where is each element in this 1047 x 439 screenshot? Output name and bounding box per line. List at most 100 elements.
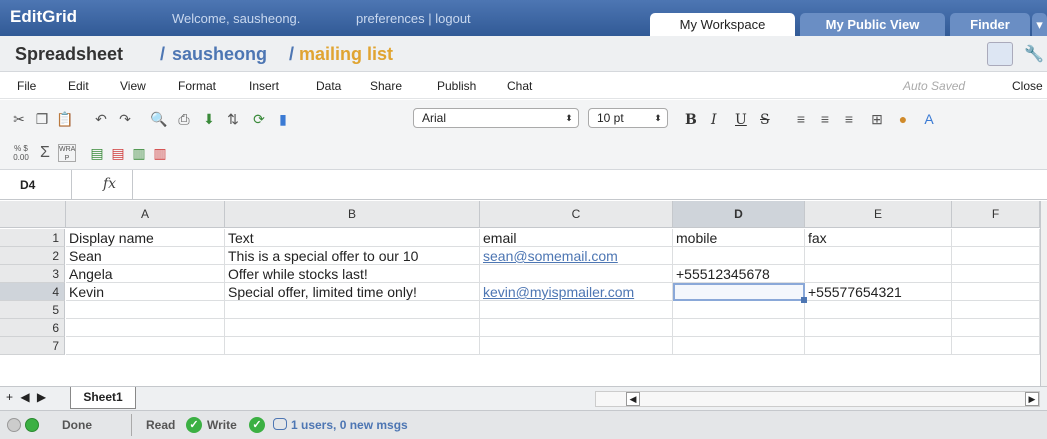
grid-cell[interactable] bbox=[805, 301, 952, 319]
tab-sheet1[interactable]: Sheet1 bbox=[70, 387, 136, 409]
sheet-navigation[interactable]: + ◀ ▶ bbox=[6, 390, 48, 404]
row-header[interactable]: 6 bbox=[0, 319, 65, 337]
grid-cell[interactable] bbox=[805, 247, 952, 265]
align-right-icon[interactable]: ≡ bbox=[840, 110, 858, 128]
menu-format[interactable]: Format bbox=[178, 79, 216, 93]
find-icon[interactable]: 🔍 bbox=[150, 110, 168, 128]
grid-cell[interactable] bbox=[225, 319, 480, 337]
column-header[interactable]: A bbox=[66, 201, 225, 228]
breadcrumb-user[interactable]: sausheong bbox=[172, 44, 267, 65]
download-icon[interactable]: ⬇ bbox=[200, 110, 218, 128]
delete-row-icon[interactable]: ▤ bbox=[109, 144, 127, 162]
grid-cell[interactable]: Offer while stocks last! bbox=[225, 265, 480, 283]
row-header[interactable]: 2 bbox=[0, 247, 65, 265]
bold-button[interactable]: B bbox=[685, 112, 697, 128]
menu-publish[interactable]: Publish bbox=[437, 79, 476, 93]
undo-icon[interactable]: ↶ bbox=[92, 110, 110, 128]
delete-column-icon[interactable]: ▥ bbox=[151, 144, 169, 162]
grid-cell[interactable]: Special offer, limited time only! bbox=[225, 283, 480, 301]
grid-cell[interactable] bbox=[66, 301, 225, 319]
menu-share[interactable]: Share bbox=[370, 79, 402, 93]
grid-cell[interactable] bbox=[66, 337, 225, 355]
column-header[interactable]: B bbox=[225, 201, 480, 228]
print-icon[interactable]: ⎙ bbox=[175, 110, 193, 128]
row-header[interactable]: 4 bbox=[0, 283, 65, 301]
row-header[interactable]: 5 bbox=[0, 301, 65, 319]
grid-cell[interactable] bbox=[952, 337, 1040, 355]
copy-icon[interactable]: ❐ bbox=[33, 110, 51, 128]
refresh-icon[interactable]: ⟳ bbox=[250, 110, 268, 128]
chart-icon[interactable]: ▮ bbox=[274, 110, 292, 128]
tab-my-public-view[interactable]: My Public View bbox=[800, 13, 945, 36]
grid-cell[interactable]: email bbox=[480, 229, 673, 247]
document-view-icon[interactable] bbox=[987, 42, 1013, 66]
grid-cell[interactable]: fax bbox=[805, 229, 952, 247]
grid-cell[interactable]: mobile bbox=[673, 229, 805, 247]
row-header[interactable]: 1 bbox=[0, 229, 65, 247]
menu-edit[interactable]: Edit bbox=[68, 79, 89, 93]
italic-button[interactable]: I bbox=[711, 112, 717, 128]
grid-cell[interactable] bbox=[805, 337, 952, 355]
align-center-icon[interactable]: ≡ bbox=[816, 110, 834, 128]
chat-messages-link[interactable]: 1 users, 0 new msgs bbox=[291, 418, 408, 432]
font-select[interactable]: Arial ⬍ bbox=[413, 108, 579, 128]
wrench-icon[interactable]: 🔧 bbox=[1024, 44, 1044, 64]
grid-cell[interactable]: This is a special offer to our 10 bbox=[225, 247, 480, 265]
grid-cell[interactable]: sean@somemail.com bbox=[480, 247, 673, 265]
grid-cell[interactable]: +55512345678 bbox=[673, 265, 805, 283]
currency-format-icon[interactable]: % $ 0.00 bbox=[12, 144, 30, 162]
grid-cell[interactable] bbox=[480, 337, 673, 355]
strikethrough-button[interactable]: S bbox=[760, 112, 770, 128]
insert-row-icon[interactable]: ▤ bbox=[88, 144, 106, 162]
grid-cell[interactable]: Text bbox=[225, 229, 480, 247]
grid-cell[interactable] bbox=[952, 265, 1040, 283]
grid-cell[interactable] bbox=[480, 265, 673, 283]
grid-cell[interactable]: Angela bbox=[66, 265, 225, 283]
column-header[interactable]: D bbox=[673, 201, 805, 228]
border-icon[interactable]: ⊞ bbox=[868, 110, 886, 128]
grid-cell[interactable] bbox=[673, 337, 805, 355]
vertical-scrollbar[interactable] bbox=[1040, 201, 1047, 386]
function-icon[interactable]: fx bbox=[103, 176, 116, 192]
grid-cell[interactable] bbox=[952, 229, 1040, 247]
grid-cell[interactable]: Display name bbox=[66, 229, 225, 247]
tab-my-workspace[interactable]: My Workspace bbox=[650, 13, 795, 36]
cell-reference-box[interactable] bbox=[0, 170, 72, 200]
menu-data[interactable]: Data bbox=[316, 79, 341, 93]
menu-file[interactable]: File bbox=[17, 79, 36, 93]
menu-insert[interactable]: Insert bbox=[249, 79, 279, 93]
sum-icon[interactable]: Σ bbox=[36, 144, 54, 162]
grid-cell[interactable] bbox=[673, 301, 805, 319]
grid-cell[interactable] bbox=[225, 301, 480, 319]
tab-finder[interactable]: Finder bbox=[950, 13, 1030, 36]
grid-cell[interactable] bbox=[805, 319, 952, 337]
underline-button[interactable]: U bbox=[735, 112, 747, 128]
cut-icon[interactable]: ✂ bbox=[10, 110, 28, 128]
row-header[interactable]: 7 bbox=[0, 337, 65, 355]
grid-cell[interactable] bbox=[66, 319, 225, 337]
paste-icon[interactable]: 📋 bbox=[56, 110, 74, 128]
scroll-right-icon[interactable]: ▶ bbox=[1025, 392, 1039, 406]
grid-cell[interactable] bbox=[673, 247, 805, 265]
tab-more-chevron-icon[interactable]: ▾ bbox=[1032, 13, 1047, 36]
brand-logo[interactable]: EditGrid bbox=[10, 7, 77, 27]
redo-icon[interactable]: ↷ bbox=[116, 110, 134, 128]
grid-cell[interactable]: Kevin bbox=[66, 283, 225, 301]
menu-view[interactable]: View bbox=[120, 79, 146, 93]
spreadsheet-grid[interactable]: A B C D E F 1 Display name Text email mobile fax 2 Se… bbox=[0, 201, 1040, 386]
insert-column-icon[interactable]: ▥ bbox=[130, 144, 148, 162]
grid-cell[interactable] bbox=[952, 319, 1040, 337]
grid-cell[interactable] bbox=[952, 283, 1040, 301]
grid-cell[interactable]: +55577654321 bbox=[805, 283, 952, 301]
wrap-text-icon[interactable]: WRA P bbox=[58, 144, 76, 162]
column-header[interactable]: E bbox=[805, 201, 952, 228]
menu-chat[interactable]: Chat bbox=[507, 79, 532, 93]
column-header[interactable]: C bbox=[480, 201, 673, 228]
horizontal-scrollbar[interactable]: ◀ ▶ bbox=[595, 391, 1040, 407]
grid-cell[interactable]: Sean bbox=[66, 247, 225, 265]
selected-cell[interactable] bbox=[673, 283, 805, 301]
grid-cell[interactable] bbox=[952, 247, 1040, 265]
preferences-logout-links[interactable]: preferences | logout bbox=[356, 11, 471, 26]
align-left-icon[interactable]: ≡ bbox=[792, 110, 810, 128]
fill-handle[interactable] bbox=[801, 297, 807, 303]
